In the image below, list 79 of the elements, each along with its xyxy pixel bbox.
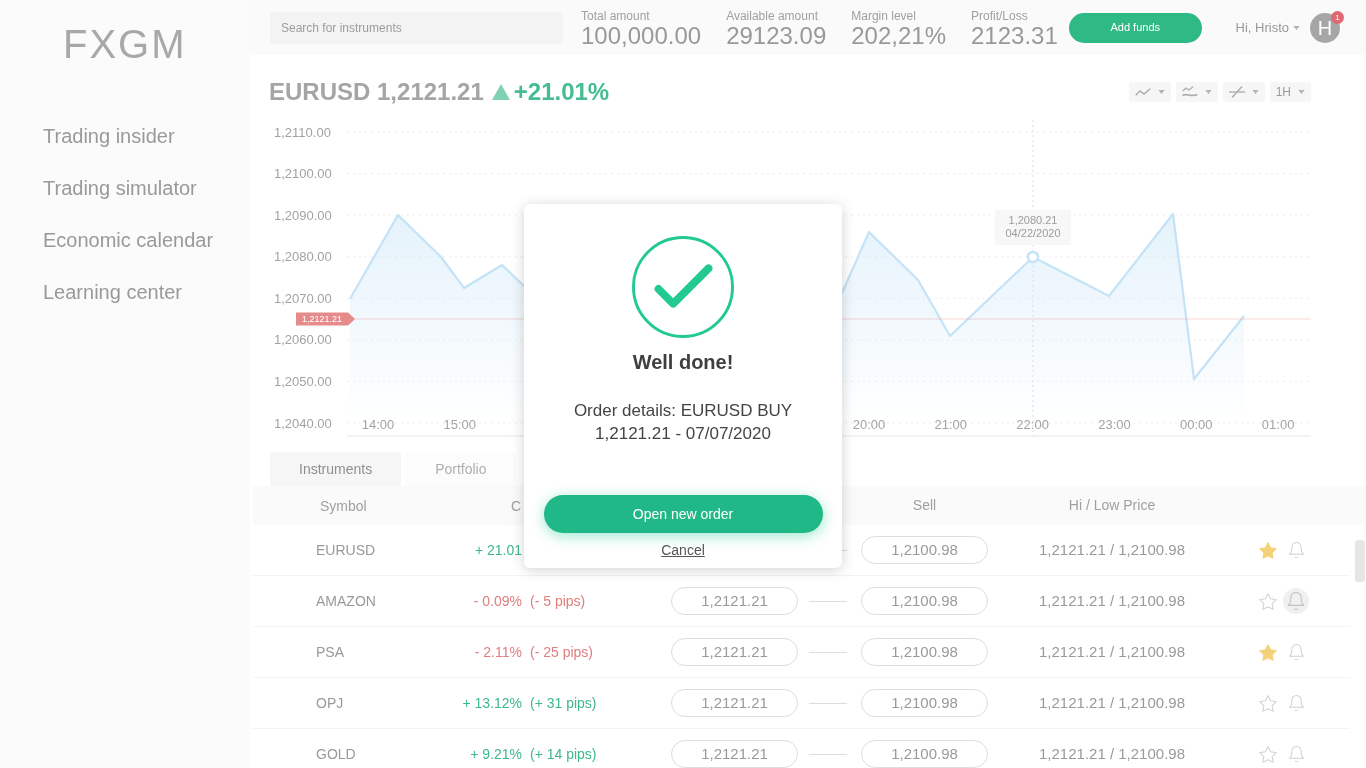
tab[interactable]: Instruments: [270, 452, 402, 486]
price-range-text: 1,2121.21 / 1,2100.98: [1039, 590, 1185, 611]
symbol-text: PSA: [316, 644, 344, 660]
logo: FXGM: [63, 24, 187, 64]
change-text: + 9.21%: [470, 744, 522, 764]
change-text: - 2.11%: [474, 642, 522, 662]
add-funds-button[interactable]: Add funds: [1068, 12, 1202, 43]
price-range-text: 1,2121.21 / 1,2100.98: [1039, 641, 1185, 662]
axis-label: 01:00: [1261, 416, 1295, 432]
drawing-tool-button[interactable]: [1222, 82, 1265, 102]
star-icon[interactable]: [1259, 541, 1277, 559]
column-header: Hi / Low Price: [1068, 496, 1156, 515]
pips-text: (- 25 pips): [530, 642, 594, 662]
caret-icon: [1157, 90, 1165, 94]
pips-text: (+ 14 pips): [530, 744, 597, 764]
bell-icon[interactable]: [1283, 588, 1309, 614]
column-header: Symbol: [320, 497, 367, 514]
sidebar-link[interactable]: Trading simulator: [43, 173, 197, 203]
change-text: - 0.09%: [473, 591, 522, 611]
column-header: C: [511, 497, 522, 514]
stat-label: Profit/Loss: [971, 9, 1028, 23]
stat-value: 2123.31: [971, 23, 1058, 49]
scrollbar-thumb[interactable]: [1355, 540, 1365, 582]
symbol-text: OPJ: [316, 695, 344, 711]
stat-value: 202,21%: [851, 23, 946, 49]
stat-value: 29123.09: [726, 23, 827, 49]
stat-label: Margin level: [851, 9, 916, 23]
crossed-lines-icon: [1228, 86, 1245, 98]
instrument-title: EURUSD 1,2121.21: [269, 77, 484, 107]
star-icon[interactable]: [1259, 745, 1277, 763]
price-range-text: 1,2121.21 / 1,2100.98: [1039, 539, 1185, 560]
search-field[interactable]: Search for instruments: [270, 11, 563, 44]
change-text: + 21.01: [474, 540, 522, 560]
sidebar-link[interactable]: Economic calendar: [43, 225, 214, 255]
axis-label: 1,2090.00: [274, 207, 332, 223]
symbol-text: AMAZON: [316, 593, 376, 609]
star-icon[interactable]: [1259, 643, 1277, 661]
symbol-text: EURUSD: [316, 542, 376, 558]
open-new-order-button[interactable]: Open new order: [543, 495, 823, 533]
axis-label: 1,2080.00: [274, 249, 332, 265]
up-triangle-icon: [491, 84, 510, 100]
axis-label: 1,2040.00: [274, 415, 332, 431]
caret-icon: [1293, 25, 1300, 30]
indicator-button[interactable]: [1175, 82, 1218, 102]
axis-label: 1,2110.00: [274, 124, 331, 140]
indicator-chart-icon: [1181, 86, 1198, 98]
axis-label: 1,2050.00: [274, 373, 332, 389]
axis-label: 1,2100.00: [274, 166, 332, 182]
bell-icon[interactable]: [1288, 542, 1304, 558]
caret-icon: [1298, 90, 1305, 94]
change-text: + 13.12%: [462, 693, 522, 713]
caret-icon: [1251, 90, 1259, 94]
line-chart-button[interactable]: [1128, 82, 1171, 102]
price-range-text: 1,2121.21 / 1,2100.98: [1039, 743, 1185, 764]
sidebar-link[interactable]: Trading insider: [43, 121, 175, 151]
stat-label: Available amount: [726, 9, 818, 23]
bell-icon[interactable]: [1288, 644, 1304, 660]
star-icon[interactable]: [1259, 592, 1277, 610]
user-menu[interactable]: Hi, Hristo: [1235, 17, 1300, 38]
change-percent: +21.01%: [513, 77, 610, 107]
symbol-text: GOLD: [316, 746, 356, 762]
axis-label: 1,2060.00: [274, 332, 332, 348]
line-chart-icon: [1134, 88, 1151, 96]
stat-value: 100,000.00: [581, 23, 702, 49]
notification-badge: 1: [1331, 10, 1344, 24]
pips-text: (- 5 pips): [530, 591, 586, 611]
cancel-link[interactable]: Cancel: [661, 541, 705, 559]
bell-icon[interactable]: [1288, 746, 1304, 762]
price-tag: 1,2121.21: [296, 312, 355, 326]
axis-label: 1,2070.00: [274, 290, 332, 306]
bell-icon[interactable]: [1288, 695, 1304, 711]
pips-text: (+ 31 pips): [530, 693, 597, 713]
caret-icon: [1204, 90, 1212, 94]
interval-button[interactable]: 1H: [1269, 82, 1311, 102]
stat-label: Total amount: [581, 9, 650, 23]
star-icon[interactable]: [1259, 694, 1277, 712]
sidebar-link[interactable]: Learning center: [43, 277, 182, 307]
price-range-text: 1,2121.21 / 1,2100.98: [1039, 692, 1185, 713]
column-header: Sell: [912, 496, 937, 515]
